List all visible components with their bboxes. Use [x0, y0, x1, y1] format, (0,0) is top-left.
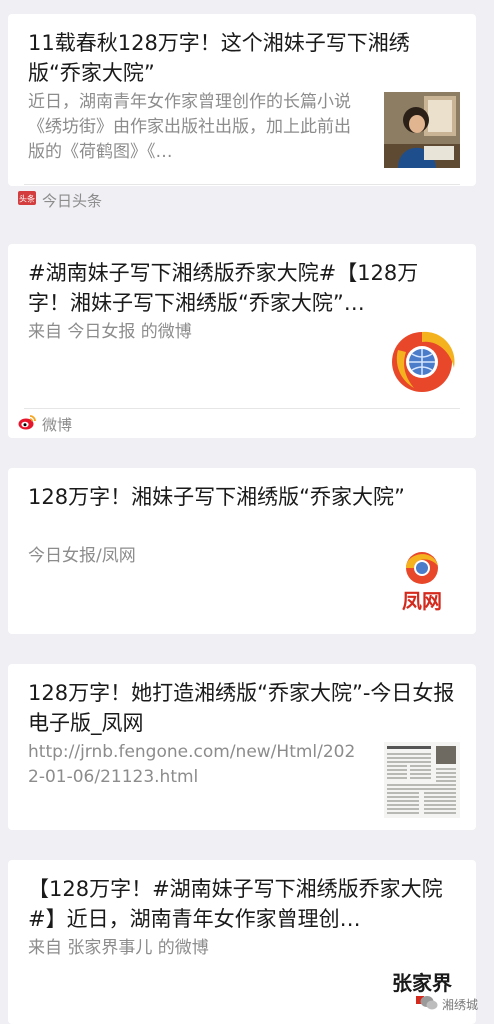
result-snippet: 近日，湖南青年女作家曾理创作的长篇小说《绣坊街》由作家出版社出版，加上此前出版的…: [28, 92, 351, 162]
result-snippet: 来自 张家界事儿 的微博: [28, 938, 209, 958]
result-title[interactable]: 128万字！她打造湘绣版“乔家大院”-今日女报电子版_凤网: [28, 678, 460, 738]
result-title[interactable]: #湖南妹子写下湘绣版乔家大院#【128万字！湘妹子写下湘绣版“乔家大院”…: [28, 258, 460, 318]
divider: [24, 408, 460, 409]
source-row: 头条 今日头条: [18, 190, 102, 210]
result-title[interactable]: 11载春秋128万字！这个湘妹子写下湘绣版“乔家大院”: [28, 28, 460, 88]
result-card-3[interactable]: 128万字！湘妹子写下湘绣版“乔家大院” 今日女报/凤网 凤网: [8, 468, 476, 634]
source-name[interactable]: 微博: [42, 414, 72, 435]
result-snippet: 来自 今日女报 的微博: [28, 322, 192, 342]
source-name[interactable]: 今日头条: [42, 190, 102, 211]
svg-text:凤网: 凤网: [402, 589, 442, 613]
result-card-2[interactable]: #湖南妹子写下湘绣版乔家大院#【128万字！湘妹子写下湘绣版“乔家大院”… 来自…: [8, 244, 476, 438]
weibo-avatar-thumbnail[interactable]: [384, 320, 460, 396]
wechat-icon: [420, 995, 438, 1014]
result-card-4[interactable]: 128万字！她打造湘绣版“乔家大院”-今日女报电子版_凤网 http://jrn…: [8, 664, 476, 830]
result-snippet: 今日女报/凤网: [28, 546, 136, 566]
source-row: 微博: [18, 414, 72, 434]
svg-text:张家界: 张家界: [392, 971, 452, 995]
weibo-icon: [18, 414, 36, 434]
result-title[interactable]: 【128万字！#湖南妹子写下湘绣版乔家大院#】近日，湖南青年女作家曾理创…: [28, 874, 460, 934]
result-card-5[interactable]: 【128万字！#湖南妹子写下湘绣版乔家大院#】近日，湖南青年女作家曾理创… 来自…: [8, 860, 476, 1024]
toutiao-icon: 头条: [18, 191, 36, 209]
svg-text:头条: 头条: [19, 194, 35, 204]
watermark-text: 湘绣城: [441, 998, 478, 1012]
result-title[interactable]: 128万字！湘妹子写下湘绣版“乔家大院”: [28, 482, 460, 512]
result-card-1[interactable]: 11载春秋128万字！这个湘妹子写下湘绣版“乔家大院” 近日，湖南青年女作家曾理…: [8, 14, 476, 186]
fengwang-logo-thumbnail[interactable]: 凤网: [384, 544, 460, 620]
divider: [24, 184, 460, 185]
newspaper-page-thumbnail[interactable]: [384, 742, 460, 818]
watermark: 湘绣城: [420, 995, 478, 1014]
result-url: http://jrnb.fengone.com/new/Html/2022-01…: [28, 742, 356, 787]
author-photo-thumbnail[interactable]: [384, 92, 460, 168]
